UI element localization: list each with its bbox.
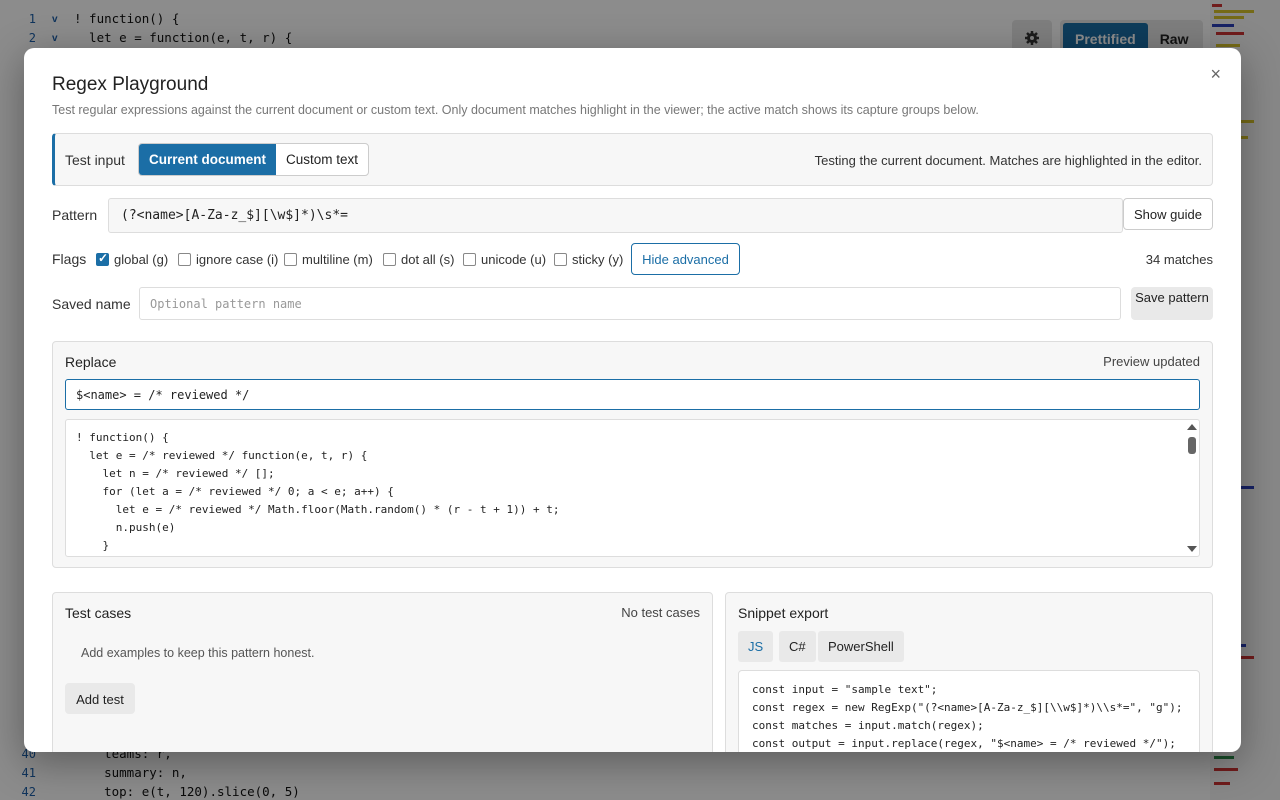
replace-section: Replace Preview updated $<name> = /* rev… [52,341,1213,568]
test-input-status: Testing the current document. Matches ar… [814,153,1202,168]
show-guide-button[interactable]: Show guide [1123,198,1213,230]
flag-multiline[interactable]: multiline (m) [284,252,373,267]
checkbox[interactable] [284,253,297,266]
flag-global[interactable]: global (g) [96,251,168,267]
flags-row: Flags global (g) ignore case (i) multili… [52,243,1213,275]
flag-dot-all[interactable]: dot all (s) [383,252,454,267]
replace-preview[interactable]: ! function() { let e = /* reviewed */ fu… [65,419,1200,557]
preview-line: for (let a = /* reviewed */ 0; a < e; a+… [76,485,394,498]
snippet-line: const input = "sample text"; [752,683,938,696]
regex-playground-dialog: Regex Playground × Test regular expressi… [24,48,1241,752]
match-count: 34 matches [1145,252,1213,267]
replace-title: Replace [65,354,117,370]
test-cases-title: Test cases [65,605,132,621]
pattern-input[interactable]: (?<name>[A-Za-z_$][\w$]*)\s*= [108,198,1123,233]
test-cases-status: No test cases [621,605,700,620]
preview-line: ! function() { [76,431,169,444]
saved-name-label: Saved name [52,296,131,312]
checkbox[interactable] [383,253,396,266]
snippet-title: Snippet export [738,605,829,621]
saved-name-input[interactable]: Optional pattern name [139,287,1121,320]
dialog-title: Regex Playground [52,74,209,95]
tab-js[interactable]: JS [738,631,774,662]
flag-sticky[interactable]: sticky (y) [554,252,623,267]
replace-input[interactable]: $<name> = /* reviewed */ [65,379,1200,410]
test-input-label: Test input [65,152,125,168]
snippet-export-section: Snippet export JS C# PowerShell const in… [725,592,1213,752]
flags-label: Flags [52,251,87,267]
checkbox[interactable] [463,253,476,266]
snippet-line: const matches = input.match(regex); [752,719,984,732]
flag-ignore-case[interactable]: ignore case (i) [178,252,278,267]
dialog-description: Test regular expressions against the cur… [52,103,979,117]
snippet-line: const output = input.replace(regex, "$<n… [752,737,1176,750]
save-pattern-button[interactable]: Save pattern [1131,287,1213,320]
preview-line: } [76,539,110,552]
current-document-button[interactable]: Current document [139,144,277,175]
checkbox[interactable] [554,253,567,266]
checkbox[interactable] [178,253,191,266]
close-icon[interactable]: × [1210,64,1221,85]
flag-unicode[interactable]: unicode (u) [463,252,546,267]
pattern-label: Pattern [52,207,98,223]
test-cases-section: Test cases No test cases Add examples to… [52,592,713,752]
preview-line: let e = /* reviewed */ Math.floor(Math.r… [76,503,560,516]
checkbox[interactable] [96,251,109,266]
add-test-button[interactable]: Add test [65,683,135,714]
replace-status: Preview updated [1103,354,1200,369]
test-input-section: Test input Current document Custom text … [52,133,1213,186]
preview-line: let e = /* reviewed */ function(e, t, r)… [76,449,368,462]
tab-powershell[interactable]: PowerShell [818,631,904,662]
custom-text-button[interactable]: Custom text [276,144,368,175]
hide-advanced-button[interactable]: Hide advanced [631,243,740,275]
preview-line: n.push(e) [76,521,176,534]
snippet-code[interactable]: const input = "sample text"; const regex… [738,670,1200,752]
tab-csharp[interactable]: C# [779,631,816,662]
preview-line: let n = /* reviewed */ []; [76,467,275,480]
snippet-line: const regex = new RegExp("(?<name>[A-Za-… [752,701,1183,714]
test-cases-empty-text: Add examples to keep this pattern honest… [81,646,315,660]
test-input-toggle: Current document Custom text [138,143,370,176]
scrollbar[interactable] [1187,424,1197,552]
scrollbar-arrows-icon [1187,424,1197,552]
